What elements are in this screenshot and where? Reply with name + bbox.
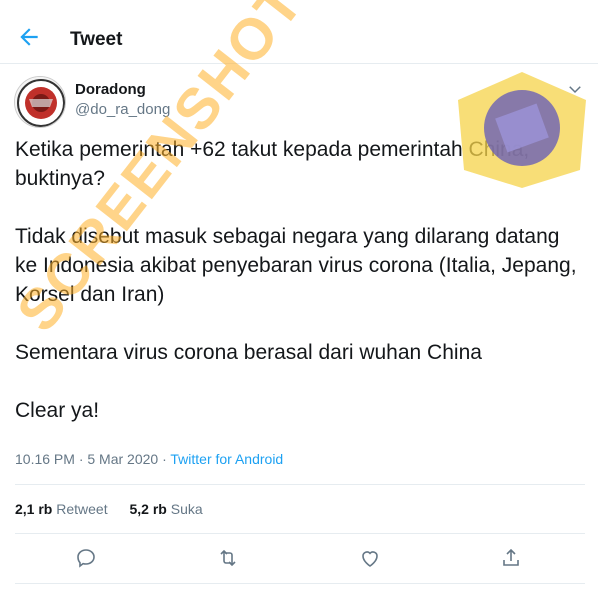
page-title: Tweet [70,29,123,50]
like-count: 5,2 rb [129,501,167,517]
like-stat[interactable]: 5,2 rb Suka [130,501,203,517]
avatar[interactable] [14,76,66,128]
tweet-paragraph: Clear ya! [15,399,100,422]
retweet-icon[interactable] [216,546,240,570]
tweet-stats: 2,1 rb Retweet 5,2 rb Suka [15,501,221,517]
timestamp[interactable]: 10.16 PM · 5 Mar 2020 [15,451,158,467]
share-icon[interactable] [499,546,523,570]
reply-icon[interactable] [74,546,98,570]
divider [15,533,585,534]
arrow-left-icon[interactable] [16,24,42,50]
top-bar: Tweet [0,0,598,64]
tweet-paragraph: Sementara virus corona berasal dari wuha… [15,341,482,364]
like-icon[interactable] [358,546,382,570]
tweet-paragraph: Tidak disebut masuk sebagai negara yang … [15,225,577,306]
tweet-text: Ketika pemerintah +62 takut kepada pemer… [15,135,585,454]
divider [15,484,585,485]
author-name[interactable]: Doradong [75,81,146,98]
divider [15,583,585,584]
meta-separator: · [158,451,171,467]
tweet-meta: 10.16 PM · 5 Mar 2020 · Twitter for Andr… [15,451,283,467]
chevron-down-icon[interactable] [566,80,584,98]
avatar-image [15,77,65,127]
like-label: Suka [170,501,203,517]
retweet-count: 2,1 rb [15,501,53,517]
source-link[interactable]: Twitter for Android [170,451,283,467]
retweet-stat[interactable]: 2,1 rb Retweet [15,501,108,517]
tweet-paragraph: Ketika pemerintah +62 takut kepada pemer… [15,138,530,190]
author-handle[interactable]: @do_ra_dong [75,101,170,118]
retweet-label: Retweet [56,501,108,517]
